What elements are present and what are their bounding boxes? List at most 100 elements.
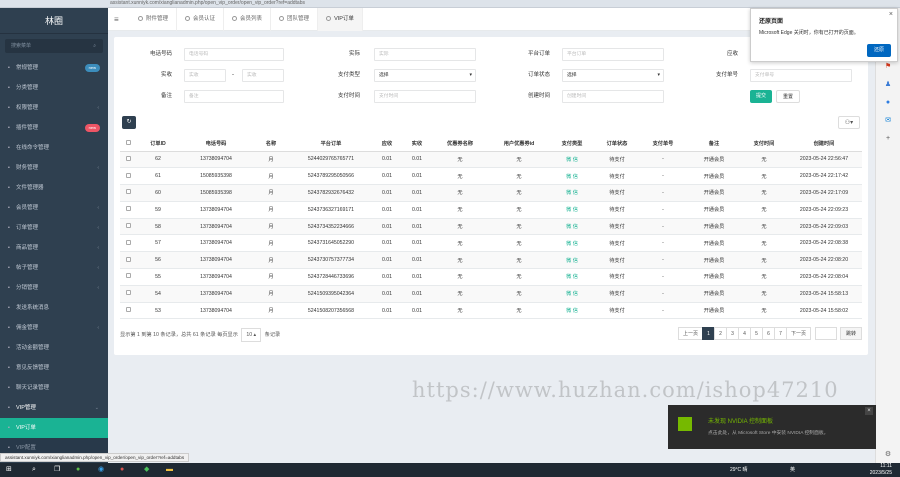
sidebar-item[interactable]: ▪ 财务管理 ‹ <box>0 158 108 178</box>
pay-type-select[interactable]: 选择 <box>374 69 476 82</box>
jump-page-input[interactable] <box>814 327 837 340</box>
row-checkbox[interactable] <box>120 167 136 186</box>
outlook-icon[interactable]: ✉ <box>876 112 900 130</box>
row-checkbox[interactable] <box>120 285 136 303</box>
restore-button[interactable]: 还原 <box>866 44 891 57</box>
paid-to-input[interactable]: 实收 <box>242 69 284 82</box>
column-header[interactable]: 订单ID <box>136 137 180 152</box>
nvidia-toast[interactable]: 未发现 NVIDIA 控制面板 点击此处，从 Microsoft Store 中… <box>668 405 876 449</box>
create-time-input[interactable]: 创建时间 <box>562 90 664 103</box>
tab[interactable]: 团队管理 <box>271 8 319 31</box>
table-row[interactable]: 59 13738094704 月 5243736327169171 0.01 0.01 无无… <box>120 201 862 219</box>
address-bar[interactable]: assistant.xunniyk.com/xianglianadmin.php… <box>110 0 530 7</box>
table-row[interactable]: 62 13738094704 月 5244029765765771 0.01 0.01 无无… <box>120 151 862 169</box>
page-size-select[interactable]: 10 ▴ <box>241 328 262 342</box>
jump-button[interactable]: 跳转 <box>839 327 862 340</box>
column-header[interactable]: 名称 <box>252 137 290 152</box>
column-header[interactable]: 备注 <box>686 137 742 152</box>
next-page-button[interactable]: 下一页 <box>785 327 811 340</box>
sidebar-item[interactable]: ▪ 分销管理 ‹ <box>0 278 108 298</box>
table-row[interactable]: 57 13738094704 月 5243731645052290 0.01 0.01 无无… <box>120 234 862 253</box>
prev-page-button[interactable]: 上一页 <box>677 327 703 340</box>
tab[interactable]: 会员认证 <box>177 8 225 31</box>
row-checkbox[interactable] <box>120 234 136 253</box>
edge-icon[interactable]: ◉ <box>98 463 104 477</box>
add-icon[interactable]: + <box>876 130 900 148</box>
row-checkbox[interactable] <box>120 218 136 236</box>
sidebar-item[interactable]: ▪ 商品管理 ‹ <box>0 238 108 258</box>
folder-icon[interactable]: ▬ <box>166 463 173 477</box>
sidebar-item[interactable]: ▪ 权限管理 ‹ <box>0 98 108 118</box>
table-row[interactable]: 61 15085935398 月 5243789295050566 0.01 0.01 无无… <box>120 167 862 186</box>
row-checkbox[interactable] <box>120 184 136 202</box>
sidebar-item[interactable]: ▪ VIP订单 <box>0 418 108 438</box>
sidebar-item[interactable]: ▪ 插件管理 new <box>0 118 108 138</box>
weather-widget[interactable]: 29°C 晴 <box>730 463 748 477</box>
column-header[interactable]: 实收 <box>402 137 432 152</box>
sidebar-item[interactable]: ▪ 在线命令管理 <box>0 138 108 158</box>
pay-no-input[interactable]: 支付单号 <box>750 69 852 82</box>
sidebar-item[interactable]: ▪ VIP管理 ⌄ <box>0 398 108 418</box>
windows-start-icon[interactable]: ⊞ <box>6 463 12 477</box>
sidebar-item[interactable]: ▪ 意见反馈管理 <box>0 358 108 378</box>
remark-input[interactable]: 备注 <box>184 90 284 103</box>
sidebar-item[interactable]: ▪ 订单管理 ‹ <box>0 218 108 238</box>
sidebar-item[interactable]: ▪ 帖子管理 ‹ <box>0 258 108 278</box>
paid-from-input[interactable]: 实收 <box>184 69 226 82</box>
app-icon[interactable]: ● <box>120 463 124 477</box>
table-row[interactable]: 60 15085935398 月 5243782932676432 0.01 0.01 无无… <box>120 184 862 202</box>
column-header[interactable]: 应收 <box>372 137 402 152</box>
row-checkbox[interactable] <box>120 151 136 169</box>
table-row[interactable]: 56 13738094704 月 5243730757377734 0.01 0.01 无无… <box>120 251 862 270</box>
sidebar-item[interactable]: ▪ 聊天记录管理 <box>0 378 108 398</box>
ime-indicator[interactable]: 英 <box>790 463 795 477</box>
row-checkbox[interactable] <box>120 251 136 270</box>
settings-icon[interactable]: ⚙ <box>876 446 900 464</box>
task-view-icon[interactable]: ❐ <box>54 463 60 477</box>
phone-input[interactable]: 电话号码 <box>184 48 284 61</box>
price-input[interactable]: 实际 <box>374 48 476 61</box>
column-header[interactable]: 创建时间 <box>786 137 862 152</box>
column-header[interactable]: 支付时间 <box>742 137 786 152</box>
profile-icon[interactable]: ♟ <box>876 76 900 94</box>
table-row[interactable]: 53 13738094704 月 5241508207356568 0.01 0.01 无无… <box>120 302 862 320</box>
select-all-checkbox[interactable] <box>120 137 136 152</box>
menu-toggle-icon[interactable]: ≡ <box>114 8 119 31</box>
tab[interactable]: 附件管理 <box>130 8 178 31</box>
columns-toggle-button[interactable]: ⚇▾ <box>838 116 860 129</box>
column-header[interactable]: 支付单号 <box>640 137 686 152</box>
pay-time-input[interactable]: 支付时间 <box>374 90 476 103</box>
row-checkbox[interactable] <box>120 268 136 286</box>
row-checkbox[interactable] <box>120 302 136 320</box>
search-icon[interactable]: ⌕ <box>32 463 36 477</box>
platform-order-input[interactable]: 平台订单 <box>562 48 664 61</box>
close-icon[interactable]: × <box>889 11 893 18</box>
column-header[interactable]: 订单状态 <box>594 137 640 152</box>
column-header[interactable]: 用户优惠券id <box>488 137 550 152</box>
table-row[interactable]: 55 13738094704 月 5243728446733696 0.01 0.01 无无… <box>120 268 862 286</box>
search-icon[interactable]: ⌕ <box>93 39 96 53</box>
sidebar-item[interactable]: ▪ 文件管理器 <box>0 178 108 198</box>
sidebar-item[interactable]: ▪ 会员管理 ‹ <box>0 198 108 218</box>
sidebar-search-input[interactable]: 搜索菜单 ⌕ <box>5 39 103 53</box>
table-row[interactable]: 54 13738094704 月 5241509395042364 0.01 0.01 无无… <box>120 285 862 303</box>
tab[interactable]: 会员列表 <box>224 8 272 31</box>
tab[interactable]: VIP订单 <box>318 8 363 31</box>
reset-button[interactable]: 重置 <box>776 90 801 103</box>
refresh-button[interactable]: ↻ <box>122 116 136 129</box>
column-header[interactable]: 电话号码 <box>180 137 252 152</box>
table-row[interactable]: 58 13738094704 月 5243734352234666 0.01 0.01 无无… <box>120 218 862 236</box>
column-header[interactable]: 平台订单 <box>290 137 372 152</box>
sidebar-item[interactable]: ▪ 佣金管理 ‹ <box>0 318 108 338</box>
submit-button[interactable]: 提交 <box>750 90 773 103</box>
row-checkbox[interactable] <box>120 201 136 219</box>
sidebar-item[interactable]: ▪ 分类管理 <box>0 78 108 98</box>
wechat-icon[interactable]: ◆ <box>144 463 149 477</box>
sidebar-item[interactable]: ▪ 发送系统消息 <box>0 298 108 318</box>
sidebar-item[interactable]: ▪ 活动金额管理 <box>0 338 108 358</box>
order-status-select[interactable]: 选择 <box>562 69 664 82</box>
column-header[interactable]: 优惠券名称 <box>432 137 488 152</box>
games-icon[interactable]: ● <box>876 94 900 112</box>
column-header[interactable]: 支付类型 <box>550 137 594 152</box>
clock[interactable]: 11:11 2023/5/25 <box>870 463 892 477</box>
